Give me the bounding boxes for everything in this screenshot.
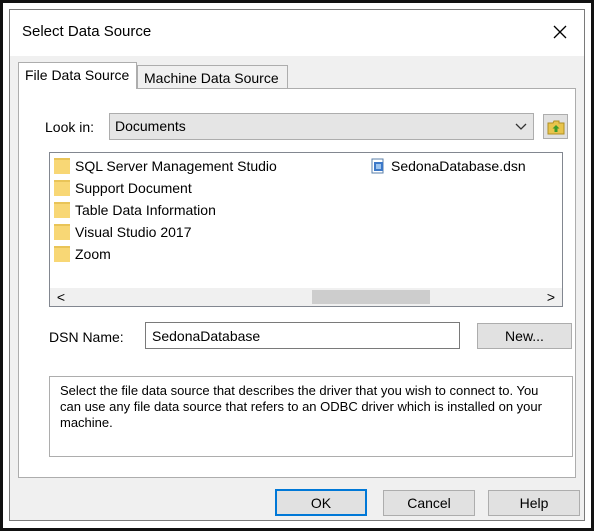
folder-name: Visual Studio 2017: [75, 224, 192, 240]
horizontal-scrollbar[interactable]: < >: [50, 288, 562, 306]
folder-icon: [54, 180, 70, 196]
folder-name: Table Data Information: [75, 202, 216, 218]
look-in-label: Look in:: [45, 119, 95, 135]
new-button[interactable]: New...: [477, 323, 572, 349]
help-button[interactable]: Help: [488, 490, 580, 516]
description-text: Select the file data source that describ…: [60, 383, 542, 430]
folder-name: Zoom: [75, 246, 111, 262]
file-name: SedonaDatabase.dsn: [391, 158, 526, 174]
file-list[interactable]: SQL Server Management Studio Support Doc…: [49, 152, 563, 307]
list-item[interactable]: Support Document: [54, 177, 192, 199]
close-icon: [553, 25, 567, 39]
look-in-dropdown[interactable]: Documents: [109, 113, 534, 140]
folder-name: Support Document: [75, 180, 192, 196]
dsn-name-field[interactable]: [145, 322, 460, 349]
tab-machine-data-source[interactable]: Machine Data Source: [137, 65, 288, 89]
cancel-button[interactable]: Cancel: [383, 490, 475, 516]
folder-icon: [54, 158, 70, 174]
tab-label: File Data Source: [25, 67, 130, 83]
tab-file-data-source[interactable]: File Data Source: [18, 62, 137, 89]
dsn-name-label: DSN Name:: [49, 329, 124, 345]
list-item[interactable]: SedonaDatabase.dsn: [370, 155, 526, 177]
up-one-level-button[interactable]: [543, 114, 568, 139]
close-button[interactable]: [544, 16, 576, 48]
list-item[interactable]: SQL Server Management Studio: [54, 155, 277, 177]
ok-button-label: OK: [310, 494, 332, 511]
folder-icon: [54, 246, 70, 262]
list-item[interactable]: Visual Studio 2017: [54, 221, 192, 243]
description-box: Select the file data source that describ…: [49, 376, 573, 457]
folder-name: SQL Server Management Studio: [75, 158, 277, 174]
scroll-thumb[interactable]: [312, 290, 430, 304]
dsn-name-input[interactable]: [146, 323, 459, 348]
list-item[interactable]: Zoom: [54, 243, 111, 265]
new-button-label: New...: [505, 328, 544, 344]
folder-icon: [54, 202, 70, 218]
dsn-file-icon: [371, 158, 384, 174]
select-data-source-dialog: Select Data Source File Data Source Mach…: [9, 9, 585, 521]
title-bar: Select Data Source: [10, 10, 584, 56]
dialog-title: Select Data Source: [22, 23, 152, 40]
folder-up-icon: [547, 120, 564, 134]
folder-icon: [54, 224, 70, 240]
tab-label: Machine Data Source: [144, 70, 279, 86]
scroll-right-button[interactable]: >: [542, 288, 560, 306]
help-button-label: Help: [519, 495, 549, 511]
chevron-down-icon: [515, 119, 527, 135]
ok-button[interactable]: OK: [275, 489, 367, 516]
cancel-button-label: Cancel: [407, 495, 451, 511]
list-item[interactable]: Table Data Information: [54, 199, 216, 221]
look-in-value: Documents: [115, 118, 186, 134]
scroll-left-button[interactable]: <: [52, 288, 70, 306]
tab-panel-file-data-source: Look in: Documents SQL Server Management…: [18, 88, 576, 478]
